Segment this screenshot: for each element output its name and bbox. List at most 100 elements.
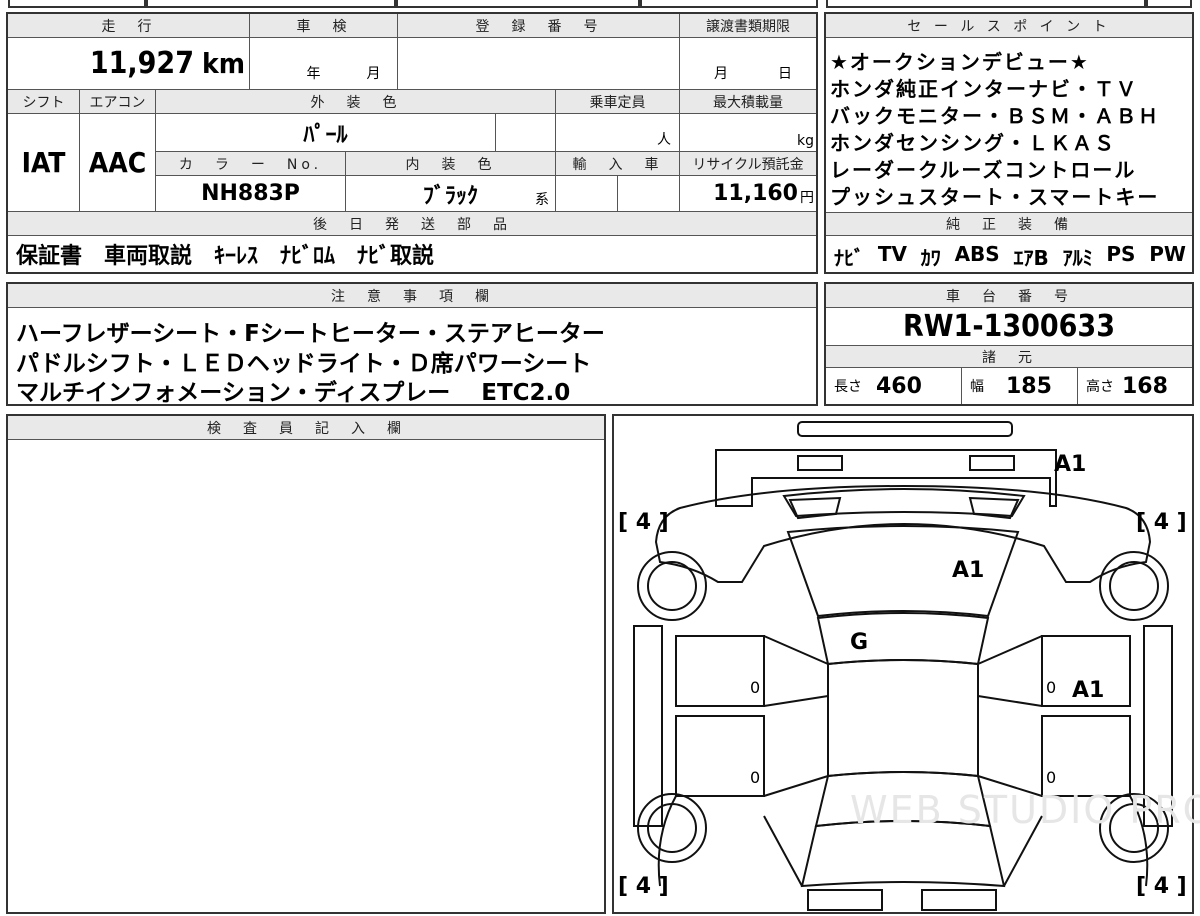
inspection-cell: 年 月 bbox=[250, 38, 398, 90]
max-load-unit: kg bbox=[797, 133, 814, 149]
exterior-color-header: 外 装 色 bbox=[156, 90, 556, 114]
capacity-cell: 人 bbox=[556, 114, 680, 152]
mileage-cell: 11,927 km bbox=[8, 38, 250, 90]
import-cell-b bbox=[618, 176, 680, 212]
front-spoiler bbox=[797, 421, 1013, 437]
notes-line: マルチインフォメーション・ディスプレー ETC2.0 bbox=[16, 380, 571, 406]
zero-mark: 0 bbox=[1046, 768, 1057, 787]
exterior-color-extra bbox=[496, 114, 556, 152]
rear-bumper-left bbox=[807, 889, 883, 911]
capacity-header: 乗車定員 bbox=[556, 90, 680, 114]
sales-point-line: ホンダセンシング・ＬＫＡＳ bbox=[830, 131, 1116, 155]
mileage-unit: km bbox=[202, 47, 245, 80]
rear-bumper-right bbox=[921, 889, 997, 911]
equipment-item: TV bbox=[877, 242, 907, 266]
fog-lamp-right bbox=[969, 455, 1015, 471]
later-parts-cell: 保証書 車両取説 ｷｰﾚｽ ﾅﾋﾞﾛﾑ ﾅﾋﾞ取説 bbox=[8, 236, 816, 272]
aircon-value: AAC bbox=[80, 114, 156, 212]
fog-lamp-left bbox=[797, 455, 843, 471]
equipment-list: ﾅﾋﾞ TV ｶﾜ ABS ｴｱB ｱﾙﾐ PS PW bbox=[834, 242, 1186, 271]
height-value: 168 bbox=[1122, 373, 1168, 399]
transfer-deadline-header: 譲渡書類期限 bbox=[680, 14, 816, 38]
sales-point-line: ホンダ純正インターナビ・ＴＶ bbox=[830, 77, 1138, 101]
notes-box: 注 意 事 項 欄 ハーフレザーシート・Fシートヒーター・ステアヒーター パドル… bbox=[6, 282, 818, 406]
damage-label-hood: A1 bbox=[952, 558, 985, 583]
recycle-unit: 円 bbox=[800, 190, 814, 206]
windshield bbox=[816, 612, 990, 666]
notes-header: 注 意 事 項 欄 bbox=[8, 284, 816, 308]
inspector-box: 検 査 員 記 入 欄 bbox=[6, 414, 606, 914]
exterior-color-text: ﾊﾟｰﾙ bbox=[303, 122, 348, 148]
exterior-color-value: ﾊﾟｰﾙ bbox=[156, 114, 496, 152]
import-cell-a bbox=[556, 176, 618, 212]
height-cell: 高さ 168 bbox=[1078, 368, 1192, 404]
top-strip-cell bbox=[8, 0, 146, 8]
recycle-header: リサイクル預託金 bbox=[680, 152, 816, 176]
front-fenders bbox=[654, 484, 1152, 583]
width-value: 185 bbox=[1006, 373, 1052, 399]
zero-mark: 0 bbox=[750, 678, 761, 697]
interior-color-cell: ﾌﾞﾗｯｸ 系 bbox=[346, 176, 556, 212]
top-strip-cell bbox=[1146, 0, 1192, 8]
sales-point-line: ★オークションデビュー★ bbox=[830, 50, 1090, 74]
chassis-cell: RW1-1300633 bbox=[826, 308, 1192, 346]
color-no-value: NH883P bbox=[156, 176, 346, 212]
interior-color-text: ﾌﾞﾗｯｸ bbox=[422, 183, 478, 209]
chassis-header: 車 台 番 号 bbox=[826, 284, 1192, 308]
aircon-header: エアコン bbox=[80, 90, 156, 114]
sales-points-box: セ ー ル ス ポ イ ン ト ★オークションデビュー★ ホンダ純正インターナビ… bbox=[824, 12, 1194, 274]
roof bbox=[827, 659, 979, 778]
import-header: 輸 入 車 bbox=[556, 152, 680, 176]
recycle-cell: 11,160 円 bbox=[680, 176, 816, 212]
max-load-cell: kg bbox=[680, 114, 816, 152]
inspector-header: 検 査 員 記 入 欄 bbox=[8, 416, 604, 440]
registration-value bbox=[398, 38, 680, 90]
vehicle-info-table: 走 行 車 検 登 録 番 号 譲渡書類期限 11,927 km 年 月 月 日… bbox=[6, 12, 818, 274]
damage-label-front-bumper: A1 bbox=[1054, 452, 1087, 477]
left-rocker bbox=[633, 625, 663, 827]
inspection-month-label: 月 bbox=[366, 66, 381, 82]
shift-header: シフト bbox=[8, 90, 80, 114]
width-cell: 幅 185 bbox=[962, 368, 1078, 404]
wheel-front-right bbox=[1109, 561, 1159, 611]
car-diagram bbox=[633, 421, 1173, 911]
aircon-text: AAC bbox=[88, 146, 147, 179]
sales-point-line: レーダークルーズコントロール bbox=[830, 158, 1137, 182]
transfer-day-label: 日 bbox=[778, 66, 792, 82]
color-no-header: カ ラ ー No. bbox=[156, 152, 346, 176]
shift-text: IAT bbox=[21, 146, 66, 179]
damage-label-right-door: A1 bbox=[1072, 678, 1105, 703]
wheel-rear-left bbox=[647, 803, 697, 853]
capacity-unit: 人 bbox=[657, 132, 671, 148]
equipment-item: ｱﾙﾐ bbox=[1062, 246, 1093, 270]
sales-points-header: セ ー ル ス ポ イ ン ト bbox=[826, 14, 1192, 38]
tire-tread-front-left: [ 4 ] bbox=[618, 510, 669, 535]
equipment-item: PS bbox=[1106, 242, 1136, 266]
dimensions-header: 諸 元 bbox=[826, 346, 1192, 368]
grille bbox=[782, 488, 1026, 518]
tire-tread-front-right: [ 4 ] bbox=[1136, 510, 1187, 535]
equipment-header: 純 正 装 備 bbox=[826, 212, 1192, 236]
top-strip-cell bbox=[146, 0, 396, 8]
damage-label-windshield: G bbox=[850, 630, 869, 655]
top-strip-cell bbox=[396, 0, 640, 8]
mileage-header: 走 行 bbox=[8, 14, 250, 38]
sales-point-line: プッシュスタート・スマートキー bbox=[830, 185, 1160, 209]
length-cell: 長さ 460 bbox=[826, 368, 962, 404]
height-label: 高さ bbox=[1086, 379, 1114, 395]
chassis-value: RW1-1300633 bbox=[902, 309, 1115, 344]
length-label: 長さ bbox=[834, 379, 862, 395]
max-load-header: 最大積載量 bbox=[680, 90, 816, 114]
sales-point-line: バックモニター・ＢＳＭ・ＡＢＨ bbox=[830, 104, 1160, 128]
notes-line: ハーフレザーシート・Fシートヒーター・ステアヒーター bbox=[16, 321, 605, 347]
inspection-header: 車 検 bbox=[250, 14, 398, 38]
equipment-item: ﾅﾋﾞ bbox=[834, 246, 864, 270]
top-strip-cell bbox=[640, 0, 818, 8]
later-parts-header: 後 日 発 送 部 品 bbox=[8, 212, 816, 236]
recycle-value: 11,160 bbox=[713, 181, 798, 206]
front-bumper bbox=[715, 449, 1057, 507]
later-parts-value: 保証書 車両取説 ｷｰﾚｽ ﾅﾋﾞﾛﾑ ﾅﾋﾞ取説 bbox=[16, 244, 435, 269]
chassis-box: 車 台 番 号 RW1-1300633 諸 元 長さ 460 幅 185 高さ … bbox=[824, 282, 1194, 406]
zero-mark: 0 bbox=[1046, 678, 1057, 697]
top-strip-cell bbox=[826, 0, 1146, 8]
